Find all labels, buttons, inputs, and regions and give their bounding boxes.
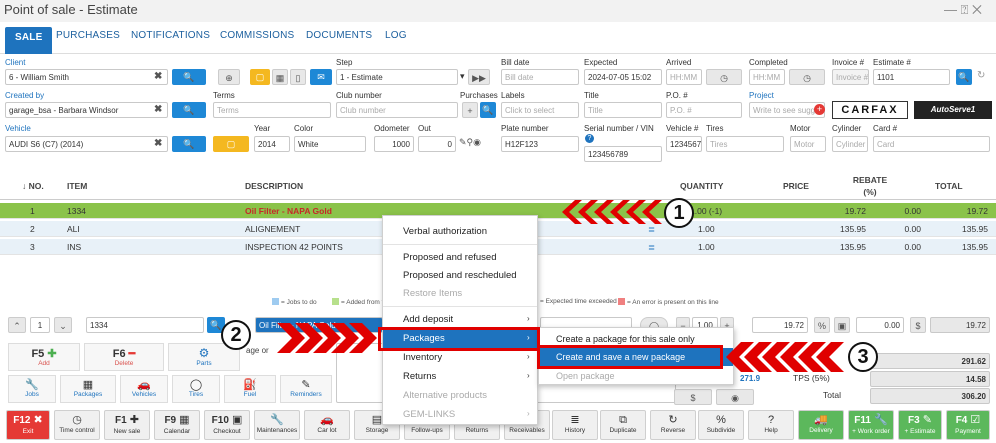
callout-number-2: 2 (221, 320, 251, 350)
arrow-2 (277, 323, 377, 353)
callout-number-3: 3 (848, 342, 878, 372)
arrow-1 (562, 200, 662, 224)
arrow-3 (726, 342, 844, 372)
callout-arrows (277, 200, 844, 372)
callout-number-1: 1 (664, 198, 694, 228)
